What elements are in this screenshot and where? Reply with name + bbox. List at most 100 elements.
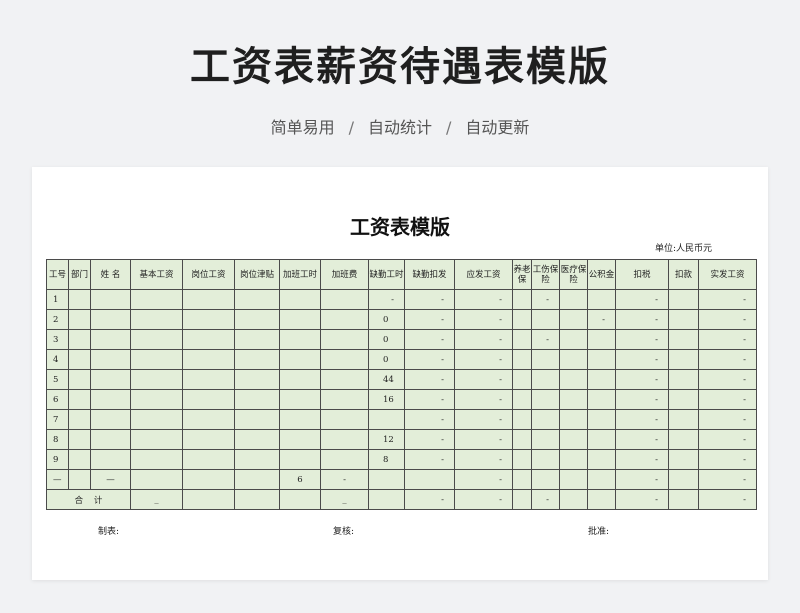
table-cell[interactable]: - [587, 309, 616, 330]
table-cell[interactable] [234, 469, 280, 490]
table-cell[interactable] [234, 389, 280, 410]
table-cell[interactable] [234, 289, 280, 310]
table-cell[interactable] [668, 349, 699, 370]
table-cell[interactable] [68, 309, 91, 330]
table-cell[interactable]: - [698, 469, 757, 490]
table-cell[interactable] [512, 329, 532, 350]
table-cell[interactable]: - [320, 469, 369, 490]
table-cell[interactable] [512, 289, 532, 310]
table-cell[interactable] [559, 389, 588, 410]
table-cell[interactable] [531, 369, 560, 390]
table-cell[interactable]: - [615, 309, 669, 330]
table-cell[interactable] [90, 369, 131, 390]
table-cell[interactable] [587, 289, 616, 310]
table-cell[interactable]: 16 [368, 389, 405, 410]
table-cell[interactable]: - [531, 289, 560, 310]
table-cell[interactable]: 44 [368, 369, 405, 390]
table-cell[interactable] [587, 369, 616, 390]
table-cell[interactable] [90, 429, 131, 450]
table-cell[interactable] [587, 429, 616, 450]
table-cell[interactable] [587, 449, 616, 470]
table-cell[interactable] [90, 389, 131, 410]
table-cell[interactable]: - [454, 329, 513, 350]
total-cell[interactable] [182, 489, 235, 510]
table-cell[interactable] [587, 349, 616, 370]
table-cell[interactable] [279, 449, 321, 470]
table-cell[interactable] [234, 329, 280, 350]
total-cell[interactable] [279, 489, 321, 510]
table-cell[interactable] [587, 409, 616, 430]
total-cell[interactable]: - [404, 489, 455, 510]
total-cell[interactable]: - [454, 489, 513, 510]
table-cell[interactable] [182, 429, 235, 450]
table-cell[interactable] [234, 409, 280, 430]
table-cell[interactable]: 3 [46, 329, 69, 350]
table-cell[interactable] [320, 389, 369, 410]
table-cell[interactable] [68, 289, 91, 310]
table-cell[interactable] [668, 429, 699, 450]
table-cell[interactable]: - [698, 329, 757, 350]
table-cell[interactable] [90, 289, 131, 310]
table-cell[interactable]: — [46, 469, 69, 490]
table-cell[interactable] [68, 449, 91, 470]
table-cell[interactable] [512, 389, 532, 410]
table-cell[interactable]: - [615, 369, 669, 390]
table-cell[interactable] [587, 389, 616, 410]
table-cell[interactable]: - [454, 429, 513, 450]
table-cell[interactable] [130, 309, 183, 330]
table-cell[interactable]: - [615, 449, 669, 470]
table-cell[interactable]: - [454, 289, 513, 310]
table-cell[interactable]: 1 [46, 289, 69, 310]
table-cell[interactable] [368, 409, 405, 430]
table-cell[interactable] [182, 469, 235, 490]
table-cell[interactable] [279, 349, 321, 370]
table-cell[interactable]: 6 [279, 469, 321, 490]
table-cell[interactable] [182, 389, 235, 410]
table-cell[interactable]: - [531, 329, 560, 350]
table-cell[interactable] [512, 469, 532, 490]
table-cell[interactable] [90, 309, 131, 330]
table-cell[interactable] [68, 329, 91, 350]
table-cell[interactable] [90, 409, 131, 430]
total-cell[interactable] [234, 489, 280, 510]
table-cell[interactable] [559, 309, 588, 330]
table-cell[interactable] [559, 429, 588, 450]
table-cell[interactable] [90, 329, 131, 350]
table-cell[interactable]: 8 [46, 429, 69, 450]
table-cell[interactable]: - [615, 349, 669, 370]
table-cell[interactable]: - [698, 449, 757, 470]
table-cell[interactable]: - [404, 349, 455, 370]
table-cell[interactable]: 8 [368, 449, 405, 470]
total-cell[interactable]: - [615, 489, 669, 510]
table-cell[interactable] [512, 309, 532, 330]
table-cell[interactable] [279, 389, 321, 410]
table-cell[interactable] [668, 449, 699, 470]
table-cell[interactable] [320, 289, 369, 310]
table-cell[interactable] [68, 389, 91, 410]
table-cell[interactable]: 5 [46, 369, 69, 390]
table-cell[interactable] [182, 369, 235, 390]
table-cell[interactable]: - [454, 469, 513, 490]
table-cell[interactable]: - [698, 289, 757, 310]
table-cell[interactable] [512, 349, 532, 370]
table-cell[interactable] [559, 449, 588, 470]
table-cell[interactable] [130, 389, 183, 410]
table-cell[interactable] [512, 409, 532, 430]
table-cell[interactable]: - [404, 309, 455, 330]
table-cell[interactable]: — [90, 469, 131, 490]
table-cell[interactable] [320, 349, 369, 370]
table-cell[interactable] [90, 349, 131, 370]
table-cell[interactable] [130, 289, 183, 310]
total-cell[interactable] [559, 489, 588, 510]
table-cell[interactable]: - [404, 429, 455, 450]
table-cell[interactable]: - [454, 309, 513, 330]
table-cell[interactable]: - [404, 289, 455, 310]
total-cell[interactable]: - [698, 489, 757, 510]
table-cell[interactable] [320, 409, 369, 430]
table-cell[interactable]: 9 [46, 449, 69, 470]
table-cell[interactable] [668, 289, 699, 310]
table-cell[interactable] [531, 429, 560, 450]
table-cell[interactable] [531, 309, 560, 330]
table-cell[interactable]: - [615, 389, 669, 410]
total-cell[interactable]: _ [130, 489, 183, 510]
